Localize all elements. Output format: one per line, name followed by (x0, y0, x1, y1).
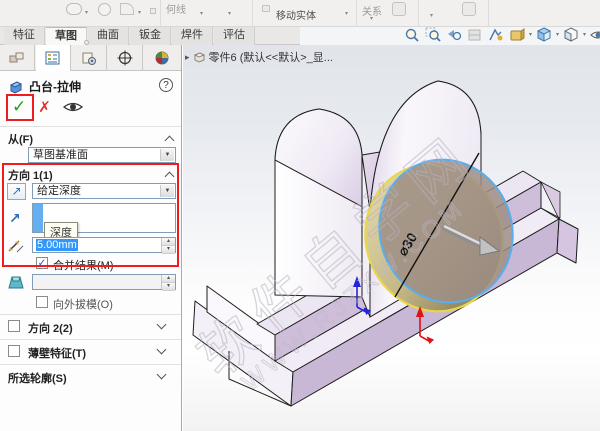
spinner-buttons: ▴ ▾ (161, 238, 175, 254)
dropdown-arrow-icon[interactable]: ▾ (200, 10, 203, 17)
ok-button[interactable]: ✓ (12, 97, 26, 117)
draft-icon (8, 276, 24, 289)
construction-line-label: 何线 (166, 5, 186, 16)
zoom-to-fit-icon[interactable] (403, 26, 421, 44)
from-header-label: 从(F) (8, 134, 34, 146)
dropdown-arrow-icon[interactable]: ▾ (138, 9, 141, 16)
dropdown-arrow-icon[interactable]: ▾ (583, 31, 586, 38)
tab-featuremanager-tree[interactable] (0, 45, 35, 71)
tab-evaluate[interactable]: 评估 (214, 27, 255, 45)
previous-view-icon[interactable] (445, 26, 463, 44)
dropdown-arrow-icon[interactable]: ▾ (228, 10, 231, 17)
spinner-up-icon: ▴ (162, 275, 175, 283)
from-plane-value: 草图基准面 (33, 149, 88, 161)
base-right-end-face[interactable] (556, 218, 579, 264)
collapse-chevron-icon[interactable] (164, 135, 175, 146)
from-plane-combobox[interactable]: 草图基准面 ▼ (28, 147, 176, 163)
from-group-header[interactable]: 从(F) (8, 131, 189, 147)
spinner-up-icon[interactable]: ▴ (162, 238, 175, 246)
direction2-checkbox[interactable] (8, 320, 20, 332)
direction1-header-label: 方向 1(1) (8, 170, 53, 182)
dropdown-arrow-icon[interactable]: ▾ (345, 10, 348, 17)
expand-chevron-icon[interactable] (156, 319, 167, 330)
model-canvas[interactable]: ⌀30 软件自学网 WWW.RJZXW.COM (183, 45, 600, 431)
dropdown-arrow-icon[interactable]: ▾ (529, 31, 532, 38)
panel-tab-strip (0, 40, 181, 71)
expand-chevron-icon[interactable] (156, 344, 167, 355)
tab-dimxpertmanager[interactable] (108, 45, 143, 71)
merge-result-checkbox[interactable]: ✓ (36, 257, 48, 269)
section-view-icon[interactable] (466, 26, 484, 44)
combo-dropdown-icon[interactable]: ▼ (160, 149, 174, 161)
tab-features[interactable]: 特征 (4, 27, 45, 45)
depth-icon (8, 240, 24, 253)
headsup-view-toolbar: ▾ ▾ ▾ ▾ (403, 24, 600, 45)
dropdown-arrow-icon[interactable]: ▾ (556, 31, 559, 38)
draft-outward-label: 向外拔模(O) (53, 299, 113, 311)
depth-value[interactable]: 5.00mm (36, 239, 78, 251)
tab-sketch[interactable]: 草图 (46, 27, 87, 45)
graphics-viewport[interactable]: ▸ 零件6 (默认<<默认>_显... ⌀30 软件自学网 WWW.RJZXW.… (183, 45, 600, 431)
dropdown-arrow-icon[interactable]: ▾ (370, 15, 373, 22)
thin-feature-checkbox[interactable] (8, 345, 20, 357)
selected-reference-highlight (33, 204, 43, 232)
dropdown-arrow-icon[interactable]: ▾ (85, 9, 88, 16)
preview-eye-icon[interactable] (62, 100, 83, 114)
merge-result-label: 合并结果(M) (53, 260, 114, 272)
feature-title: 凸台-拉伸 (29, 80, 81, 94)
repair-sketch-icon[interactable] (392, 2, 406, 16)
move-entities-label[interactable]: 移动实体 (276, 7, 316, 22)
dropdown-arrow-icon[interactable]: ▾ (430, 12, 433, 19)
ribbon-toolbar: ▾ ▾ 何线 ▾ ▾ 移动实体 ▾ 关系 ▾ ▾ (0, 0, 600, 27)
selected-contours-header-label[interactable]: 所选轮廓(S) (8, 370, 67, 386)
boss-extrude-icon (9, 81, 23, 94)
collapse-chevron-icon[interactable] (164, 171, 175, 182)
spinner-down-icon[interactable]: ▾ (162, 246, 175, 254)
solidworks-window: ▾ ▾ 何线 ▾ ▾ 移动实体 ▾ 关系 ▾ ▾ 特征 草图 曲面 钣金 焊件 … (0, 0, 600, 431)
help-button[interactable]: ? (159, 78, 173, 92)
expand-chevron-icon[interactable] (156, 369, 167, 380)
tab-weldments[interactable]: 焊件 (172, 27, 213, 45)
cancel-button[interactable]: ✗ (38, 98, 51, 116)
point-sketch-icon[interactable] (150, 8, 156, 14)
view-settings-icon[interactable] (487, 26, 505, 44)
reverse-direction-button[interactable]: ↗ (7, 183, 26, 200)
tab-sheetmetal[interactable]: 钣金 (130, 27, 171, 45)
draft-outward-checkbox[interactable] (36, 296, 48, 308)
spinner-down-icon: ▾ (162, 283, 175, 291)
direction-reference-icon: ↗ (9, 210, 21, 226)
depth-spinbox[interactable]: 5.00mm ▴ ▾ (32, 237, 176, 254)
zoom-to-area-icon[interactable] (424, 26, 442, 44)
slot-sketch-icon[interactable] (66, 3, 82, 15)
display-style-icon[interactable] (562, 26, 580, 44)
direction1-header[interactable]: 方向 1(1) (8, 167, 189, 183)
appearances-icon[interactable] (508, 26, 526, 44)
property-manager-panel: 凸台-拉伸 ? ✓ ✗ 从(F) 草图基准面 ▼ 方向 1(1) ↗ 给定深度 … (0, 40, 182, 431)
tab-configurationmanager[interactable] (72, 45, 107, 71)
tab-propertymanager[interactable] (36, 45, 71, 71)
fillet-sketch-icon[interactable] (120, 3, 134, 15)
direction2-header-label[interactable]: 方向 2(2) (28, 320, 73, 336)
tab-displaymanager[interactable] (144, 45, 179, 71)
combo-dropdown-icon[interactable]: ▼ (160, 185, 174, 197)
polygon-sketch-icon[interactable] (98, 3, 111, 16)
end-condition-value: 给定深度 (37, 185, 81, 197)
move-entities-icon[interactable] (262, 5, 270, 12)
rapid-sketch-icon (462, 2, 476, 16)
tab-surfaces[interactable]: 曲面 (88, 27, 129, 45)
view-orientation-icon[interactable] (535, 26, 553, 44)
thin-feature-header-label[interactable]: 薄壁特征(T) (28, 345, 86, 361)
hide-show-items-icon[interactable] (589, 26, 600, 44)
end-condition-combobox[interactable]: 给定深度 ▼ (32, 183, 176, 199)
confirm-row: ✓ ✗ (12, 97, 193, 117)
draft-angle-spinbox-disabled: ▴ ▾ (32, 274, 176, 291)
